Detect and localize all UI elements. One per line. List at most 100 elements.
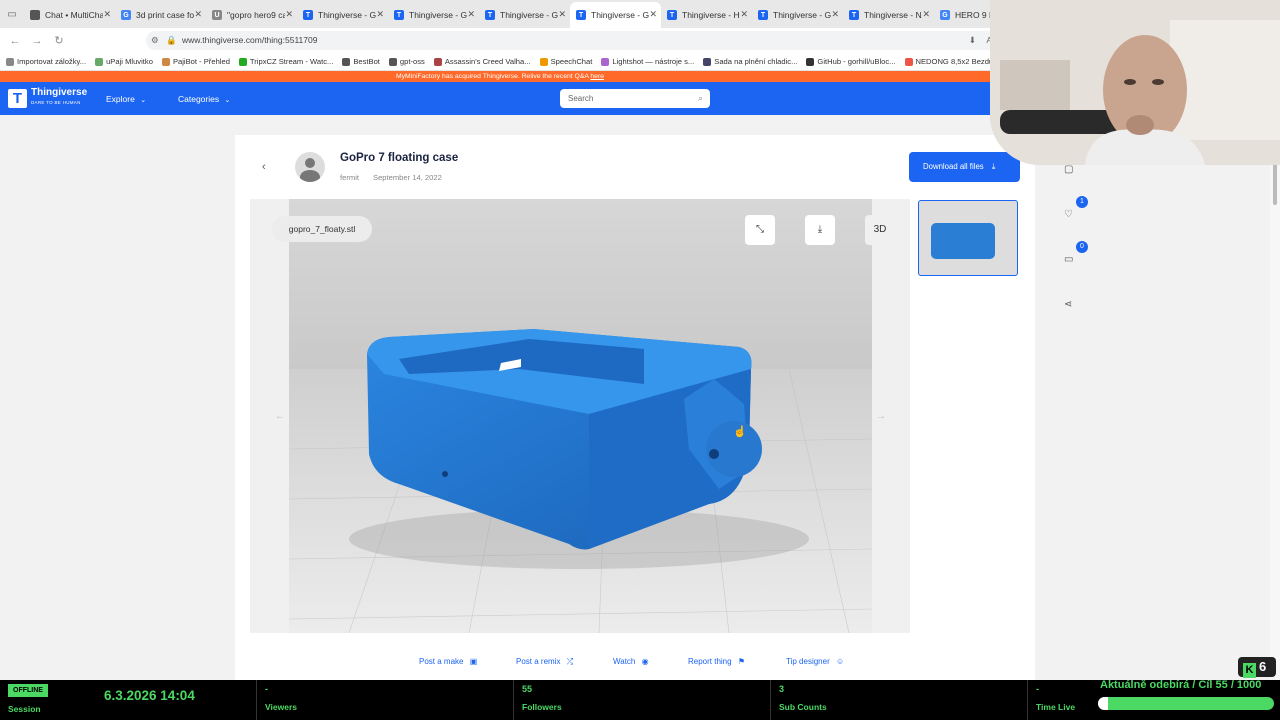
- prev-arrow-icon[interactable]: ←: [275, 411, 285, 422]
- banner-link[interactable]: here: [590, 73, 604, 80]
- search-icon[interactable]: ⌕: [698, 89, 703, 108]
- browser-tab[interactable]: T Thingiverse - Ha ✕: [661, 2, 752, 28]
- download-file-icon[interactable]: ⤓: [805, 215, 835, 245]
- reload-icon[interactable]: ↻: [48, 34, 70, 47]
- logo-icon: T: [8, 88, 27, 108]
- action-link[interactable]: Tip designer ☺: [786, 657, 844, 666]
- streamer-photo: [990, 0, 1280, 165]
- flag-icon: ⚑: [737, 657, 745, 666]
- bookmark-favicon-icon: [703, 57, 712, 66]
- bookmark-label: PajiBot - Přehled: [172, 57, 230, 66]
- tab-overview-icon[interactable]: ▭: [0, 9, 24, 20]
- bookmark-item[interactable]: TripxCZ Stream - Watc...: [238, 57, 333, 66]
- tab-title: Thingiverse - Go: [500, 10, 558, 20]
- collection-icon[interactable]: ▭: [1064, 254, 1073, 265]
- bookmark-item[interactable]: BestBot: [342, 57, 380, 66]
- tab-title: Thingiverse - Go: [591, 10, 649, 20]
- close-icon[interactable]: ✕: [285, 9, 293, 20]
- search-placeholder: Search: [568, 94, 594, 103]
- close-icon[interactable]: ✕: [558, 9, 566, 20]
- thumbnail-image[interactable]: [918, 200, 1018, 276]
- action-label: Tip designer: [786, 657, 830, 666]
- browser-tab[interactable]: T Thingiverse - Go ✕: [297, 2, 388, 28]
- browser-tab[interactable]: T Thingiverse - Go ✕: [388, 2, 479, 28]
- session-label: Session: [8, 704, 41, 714]
- download-icon: ⤓: [991, 162, 996, 171]
- browser-tab[interactable]: T Thingiverse - NA ✕: [843, 2, 934, 28]
- thingiverse-logo[interactable]: T Thingiverse DARE TO BE HUMAN: [8, 88, 87, 108]
- bookmark-item[interactable]: Lightshot — nástroje s...: [601, 57, 694, 66]
- close-icon[interactable]: ✕: [922, 9, 930, 20]
- close-icon[interactable]: ✕: [649, 9, 657, 20]
- browser-tab[interactable]: Chat • MultiChat ✕: [24, 2, 115, 28]
- publish-date: September 14, 2022: [373, 173, 442, 182]
- browser-tab[interactable]: G 3d print case for ✕: [115, 2, 206, 28]
- status-badge: OFFLINE: [8, 684, 48, 697]
- action-link[interactable]: Report thing ⚑: [688, 657, 745, 666]
- action-link[interactable]: Post a remix ⤮: [516, 657, 573, 667]
- bookmark-label: uPaji Mluvitko: [106, 57, 153, 66]
- bookmark-item[interactable]: PajiBot - Přehled: [161, 57, 230, 66]
- browser-tab[interactable]: U "gopro hero9 ca ✕: [206, 2, 297, 28]
- close-icon[interactable]: ✕: [103, 9, 111, 20]
- bookmark-label: Assassin's Creed Valha...: [444, 57, 531, 66]
- tab-favicon-icon: T: [667, 10, 677, 20]
- bookmark-label: Importovat záložky...: [17, 57, 87, 66]
- browser-tab[interactable]: T Thingiverse - Go ✕: [479, 2, 570, 28]
- tab-favicon-icon: T: [303, 10, 313, 20]
- close-icon[interactable]: ✕: [376, 9, 384, 20]
- tab-favicon-icon: G: [940, 10, 950, 20]
- bookmark-favicon-icon: [95, 57, 104, 66]
- avatar[interactable]: [295, 152, 325, 182]
- subcounts-label: Sub Counts: [779, 702, 827, 712]
- file-name-chip[interactable]: gopro_7_floaty.stl: [272, 216, 372, 242]
- bookmark-item[interactable]: SpeechChat: [539, 57, 592, 66]
- nav-categories[interactable]: Categories ⌄: [178, 94, 230, 104]
- tab-title: Thingiverse - NA: [864, 10, 922, 20]
- back-chevron-icon[interactable]: ‹: [262, 161, 266, 173]
- bookmark-item[interactable]: NEDONG 8,5x2 Bezdu...: [904, 57, 1000, 66]
- tab-favicon-icon: [30, 10, 40, 20]
- search-input[interactable]: Search ⌕: [560, 89, 710, 108]
- comment-icon[interactable]: ▢: [1064, 164, 1073, 175]
- close-icon[interactable]: ✕: [467, 9, 475, 20]
- view-3d-button[interactable]: 3D: [865, 215, 895, 245]
- divider: [770, 680, 771, 720]
- fullscreen-icon[interactable]: ⤡: [745, 215, 775, 245]
- address-bar[interactable]: ⚙ 🔒 www.thingiverse.com/thing:5511709 ⬇ …: [146, 31, 1006, 50]
- bookmark-item[interactable]: uPaji Mluvitko: [95, 57, 153, 66]
- browser-tab[interactable]: T Thingiverse - Go ✕: [570, 2, 661, 28]
- back-icon[interactable]: ←: [4, 35, 26, 47]
- bookmark-item[interactable]: Sada na plnění chladic...: [703, 57, 797, 66]
- likes-count-badge: 1: [1076, 196, 1088, 208]
- bookmark-favicon-icon: [601, 57, 610, 66]
- bookmark-label: GitHub - gorhill/uBloc...: [817, 57, 896, 66]
- action-link[interactable]: Post a make ▣: [419, 657, 477, 666]
- bookmark-item[interactable]: gpt-oss: [388, 57, 425, 66]
- bookmark-item[interactable]: Assassin's Creed Valha...: [433, 57, 531, 66]
- bookmark-item[interactable]: Importovat záložky...: [6, 57, 86, 66]
- bookmark-label: Lightshot — nástroje s...: [612, 57, 695, 66]
- next-arrow-icon[interactable]: →: [876, 411, 886, 422]
- site-info-icon[interactable]: ⚙: [151, 31, 159, 50]
- heart-icon[interactable]: ♡: [1064, 209, 1073, 220]
- kick-logo-icon: K: [1243, 663, 1256, 678]
- forward-icon[interactable]: →: [26, 35, 48, 47]
- tab-title: 3d print case for: [136, 10, 194, 20]
- share-icon[interactable]: ⋖: [1064, 299, 1072, 310]
- browser-tab[interactable]: T Thingiverse - Go ✕: [752, 2, 843, 28]
- bookmark-item[interactable]: GitHub - gorhill/uBloc...: [806, 57, 896, 66]
- close-icon[interactable]: ✕: [740, 9, 748, 20]
- model-render[interactable]: [289, 199, 872, 633]
- install-icon[interactable]: ⬇: [969, 31, 976, 50]
- action-link[interactable]: Watch ◉: [613, 657, 649, 666]
- nav-explore[interactable]: Explore ⌄: [106, 94, 146, 104]
- author-link[interactable]: fermit: [340, 173, 359, 182]
- close-icon[interactable]: ✕: [194, 9, 202, 20]
- download-all-button[interactable]: Download all files ⤓: [909, 152, 1020, 182]
- viewers-label: Viewers: [265, 702, 297, 712]
- bookmark-label: NEDONG 8,5x2 Bezdu...: [915, 57, 1000, 66]
- close-icon[interactable]: ✕: [831, 9, 839, 20]
- kick-count: 6: [1259, 659, 1267, 674]
- tab-favicon-icon: T: [849, 10, 859, 20]
